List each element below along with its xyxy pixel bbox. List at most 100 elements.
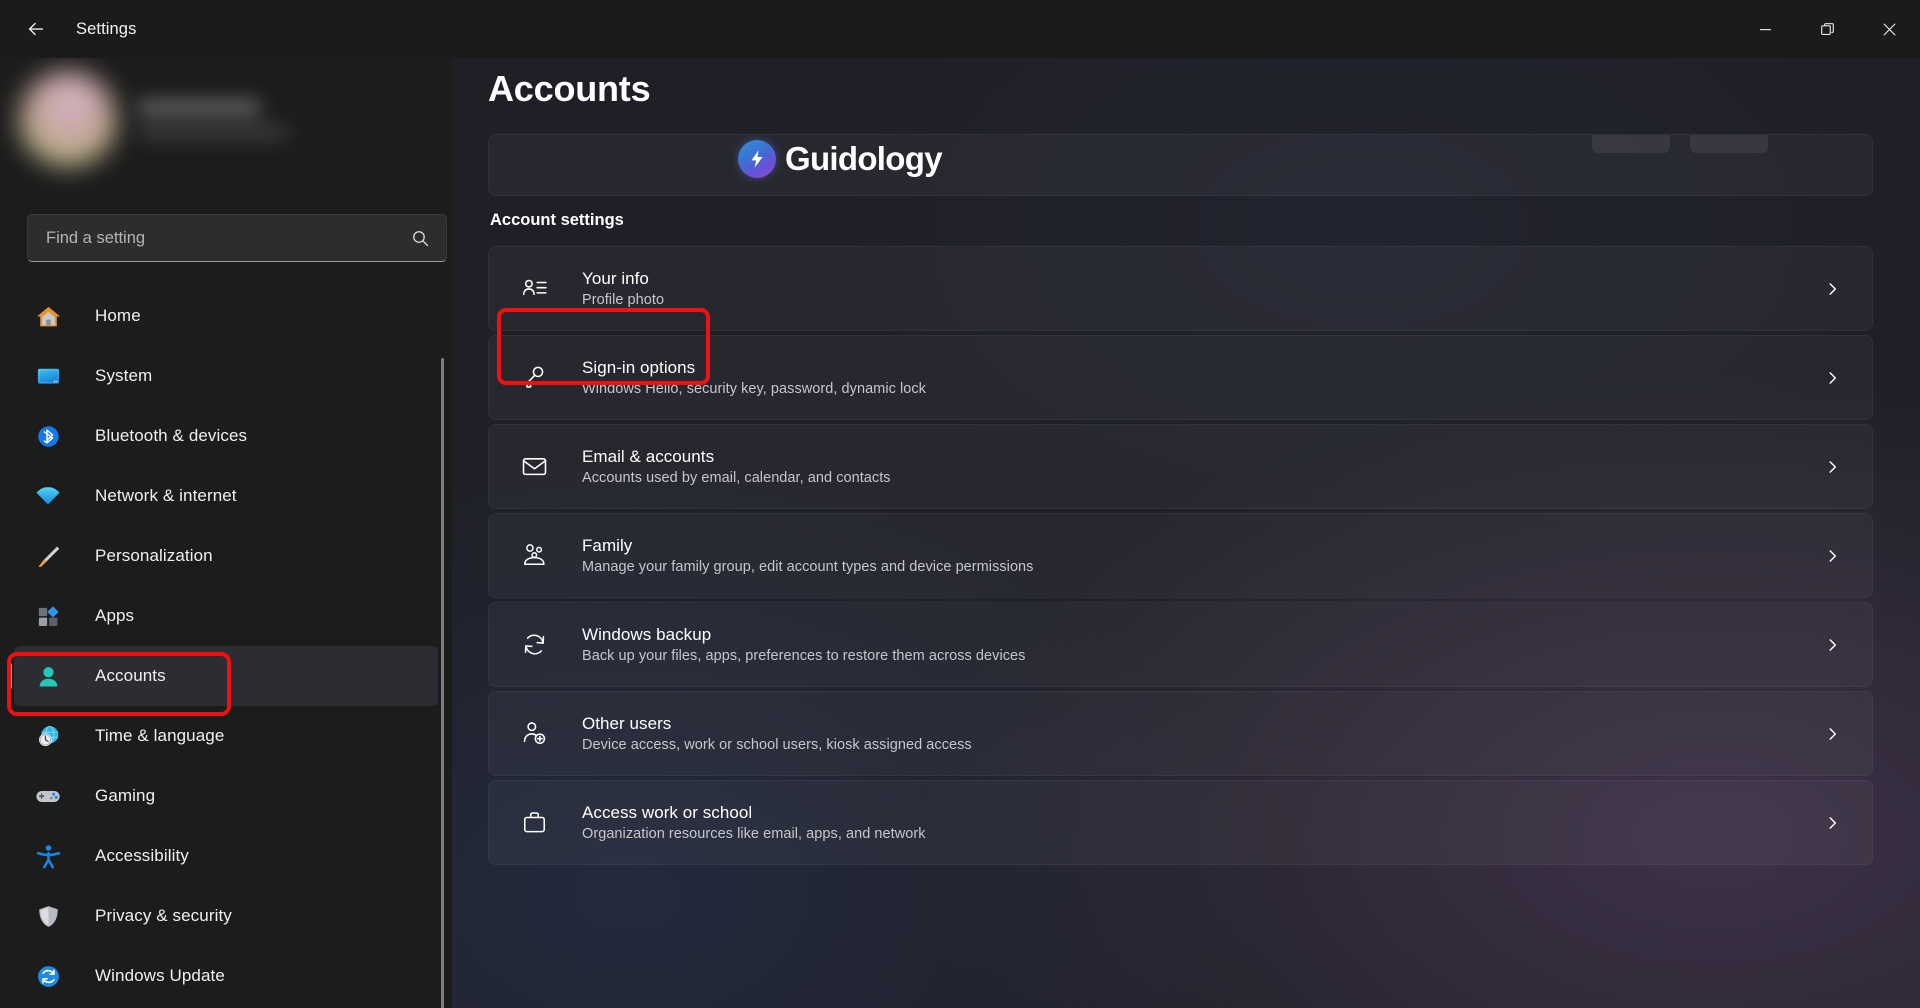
user-profile[interactable] — [0, 65, 452, 173]
avatar — [20, 71, 116, 167]
section-heading: Account settings — [490, 211, 624, 229]
row-sign-in-options[interactable]: Sign-in options Windows Hello, security … — [488, 335, 1873, 420]
sidebar-item-network-internet[interactable]: Network & internet — [14, 466, 438, 526]
sidebar-item-label: Accounts — [95, 666, 166, 685]
sidebar-item-bluetooth-devices[interactable]: Bluetooth & devices — [14, 406, 438, 466]
wifi-icon — [31, 479, 65, 513]
sidebar-scrollbar[interactable] — [441, 358, 444, 1008]
profile-text-redacted — [138, 99, 288, 139]
sidebar-item-label: Network & internet — [95, 486, 237, 505]
row-text: Your info Profile photo — [582, 269, 664, 308]
back-button[interactable] — [14, 11, 58, 47]
sidebar-item-label: Windows Update — [95, 966, 225, 985]
page-title: Accounts — [488, 68, 651, 109]
backup-sync-icon — [516, 627, 552, 663]
row-title: Email & accounts — [582, 447, 715, 466]
sidebar-item-label: Home — [95, 306, 141, 325]
sidebar-item-label: Gaming — [95, 786, 156, 805]
chevron-right-icon[interactable] — [1825, 637, 1840, 652]
search-box[interactable] — [27, 214, 447, 262]
your-info-icon — [516, 271, 552, 307]
chevron-right-icon[interactable] — [1825, 815, 1840, 830]
row-windows-backup[interactable]: Windows backup Back up your files, apps,… — [488, 602, 1873, 687]
row-text: Email & accounts Accounts used by email,… — [582, 447, 891, 486]
sidebar-item-gaming[interactable]: Gaming — [14, 766, 438, 826]
accounts-icon — [31, 659, 65, 693]
home-icon — [31, 299, 65, 333]
search-icon[interactable] — [411, 229, 430, 248]
partial-button-2[interactable] — [1690, 135, 1768, 153]
clock-globe-icon — [31, 719, 65, 753]
row-title: Other users — [582, 714, 672, 733]
row-subtitle: Manage your family group, edit account t… — [582, 559, 1034, 575]
close-button[interactable] — [1858, 0, 1920, 58]
sidebar-item-personalization[interactable]: Personalization — [14, 526, 438, 586]
chevron-right-icon[interactable] — [1825, 548, 1840, 563]
window-controls — [1734, 0, 1920, 58]
row-text: Windows backup Back up your files, apps,… — [582, 625, 1025, 664]
sidebar-item-label: Time & language — [95, 726, 225, 745]
search-input[interactable] — [46, 228, 411, 248]
family-people-icon — [516, 538, 552, 574]
row-email-accounts[interactable]: Email & accounts Accounts used by email,… — [488, 424, 1873, 509]
sidebar-item-system[interactable]: System — [14, 346, 438, 406]
accessibility-icon — [31, 839, 65, 873]
sidebar: Home System — [0, 58, 452, 1008]
briefcase-icon — [516, 805, 552, 841]
partial-button-1[interactable] — [1592, 135, 1670, 153]
scrolled-card-partial[interactable] — [488, 134, 1873, 196]
row-subtitle: Accounts used by email, calendar, and co… — [582, 470, 891, 486]
gamepad-icon — [31, 779, 65, 813]
chevron-right-icon[interactable] — [1825, 370, 1840, 385]
row-family[interactable]: Family Manage your family group, edit ac… — [488, 513, 1873, 598]
maximize-button[interactable] — [1796, 0, 1858, 58]
row-title: Access work or school — [582, 803, 753, 822]
close-icon — [1883, 23, 1895, 35]
sidebar-nav: Home System Bluetooth & devices Network … — [0, 286, 452, 1008]
sidebar-item-accounts[interactable]: Accounts — [14, 646, 438, 706]
row-subtitle: Back up your files, apps, preferences to… — [582, 648, 1026, 664]
sidebar-item-label: System — [95, 366, 153, 385]
shield-icon — [31, 899, 65, 933]
envelope-icon — [516, 449, 552, 485]
row-subtitle: Device access, work or school users, kio… — [582, 737, 972, 753]
row-text: Sign-in options Windows Hello, security … — [582, 358, 926, 397]
sidebar-item-accessibility[interactable]: Accessibility — [14, 826, 438, 886]
key-icon — [516, 360, 552, 396]
chevron-right-icon[interactable] — [1825, 281, 1840, 296]
sidebar-item-home[interactable]: Home — [14, 286, 438, 346]
system-icon — [31, 359, 65, 393]
back-arrow-icon — [28, 22, 44, 36]
row-access-work-or-school[interactable]: Access work or school Organization resou… — [488, 780, 1873, 865]
bluetooth-icon — [31, 419, 65, 453]
sidebar-item-apps[interactable]: Apps — [14, 586, 438, 646]
chevron-right-icon[interactable] — [1825, 459, 1840, 474]
row-subtitle: Organization resources like email, apps,… — [582, 826, 926, 842]
search-container — [27, 214, 447, 262]
paintbrush-icon — [31, 539, 65, 573]
row-subtitle: Profile photo — [582, 292, 665, 308]
settings-list: Your info Profile photo Sign-in options … — [488, 246, 1873, 869]
row-title: Windows backup — [582, 625, 712, 644]
apps-icon — [31, 599, 65, 633]
profile-email — [138, 126, 288, 139]
minimize-icon — [1759, 28, 1771, 30]
update-sync-icon — [31, 959, 65, 993]
sidebar-item-label: Accessibility — [95, 846, 189, 865]
sidebar-item-time-language[interactable]: Time & language — [14, 706, 438, 766]
row-your-info[interactable]: Your info Profile photo — [488, 246, 1873, 331]
chevron-right-icon[interactable] — [1825, 726, 1840, 741]
row-title: Sign-in options — [582, 358, 696, 377]
row-subtitle: Windows Hello, security key, password, d… — [582, 381, 926, 397]
window-title: Settings — [76, 19, 137, 38]
minimize-button[interactable] — [1734, 0, 1796, 58]
row-other-users[interactable]: Other users Device access, work or schoo… — [488, 691, 1873, 776]
sidebar-item-label: Personalization — [95, 546, 213, 565]
profile-name — [138, 99, 260, 116]
sidebar-item-privacy-security[interactable]: Privacy & security — [14, 886, 438, 946]
settings-window: Settings Find a setting Home System Blue… — [0, 0, 1920, 1008]
title-bar: Settings — [0, 0, 1920, 58]
row-text: Access work or school Organization resou… — [582, 803, 926, 842]
sidebar-item-windows-update[interactable]: Windows Update — [14, 946, 438, 1006]
restore-window-icon — [1820, 22, 1834, 35]
